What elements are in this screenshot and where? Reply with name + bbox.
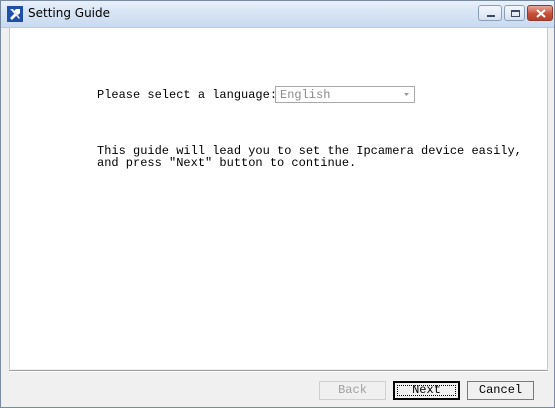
language-label: Please select a language: <box>97 88 278 102</box>
maximize-icon <box>511 10 520 17</box>
maximize-button[interactable] <box>504 5 525 21</box>
back-button-label: Back <box>338 383 367 397</box>
setting-guide-window: Setting Guide Please select a language: … <box>0 0 555 408</box>
next-button[interactable]: Next <box>393 381 460 400</box>
close-button[interactable] <box>527 5 553 21</box>
guide-line-2: and press "Next" button to continue. <box>97 156 357 170</box>
cancel-button-label: Cancel <box>478 383 523 397</box>
chevron-down-icon <box>400 88 413 101</box>
title-bar[interactable]: Setting Guide <box>1 1 554 28</box>
back-button[interactable]: Back <box>319 381 386 400</box>
wrench-tools-icon <box>7 6 23 22</box>
next-button-label: Next <box>412 383 441 397</box>
close-icon <box>536 9 546 18</box>
minimize-button[interactable] <box>478 5 502 21</box>
cancel-button[interactable]: Cancel <box>467 381 534 400</box>
button-separator <box>9 370 548 372</box>
wizard-content: Please select a language: English This g… <box>9 28 548 369</box>
minimize-icon <box>487 15 495 17</box>
language-selected-value: English <box>280 88 331 102</box>
guide-description: This guide will lead you to set the Ipca… <box>97 145 522 169</box>
window-title: Setting Guide <box>28 6 111 20</box>
language-select[interactable]: English <box>275 86 415 103</box>
